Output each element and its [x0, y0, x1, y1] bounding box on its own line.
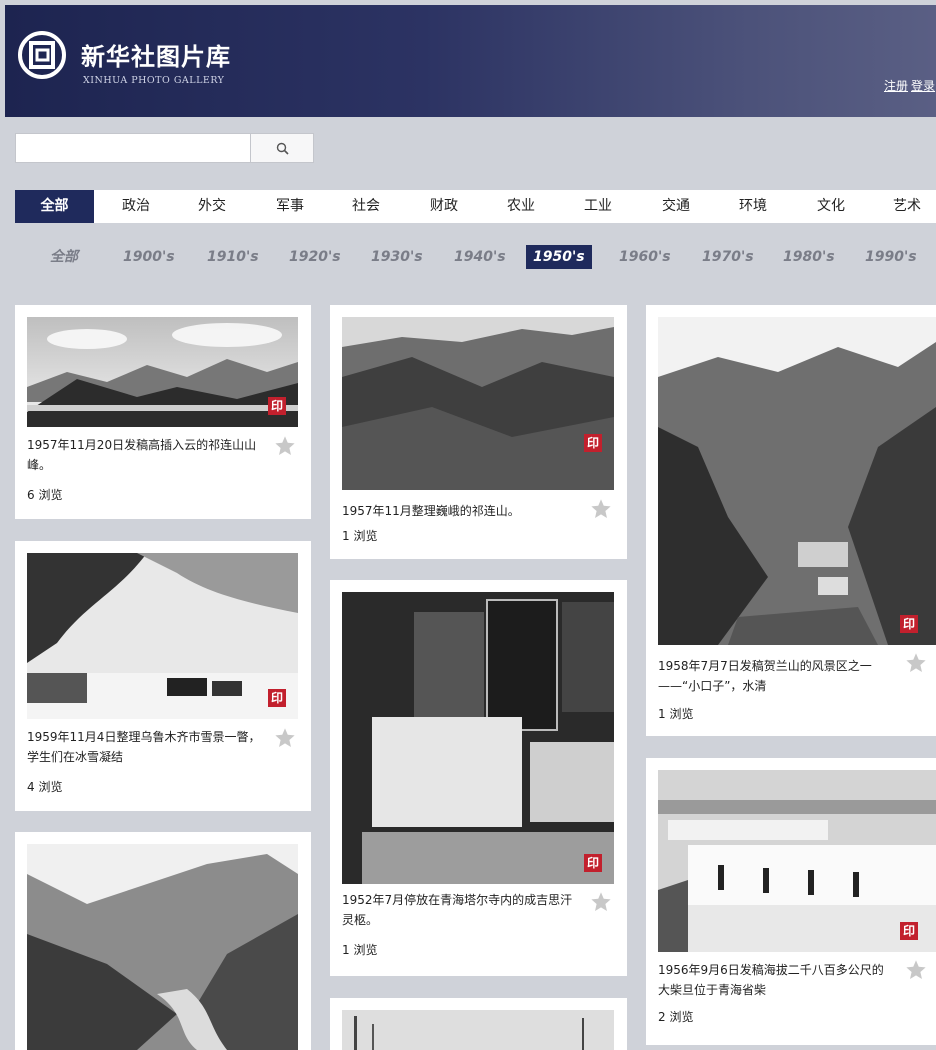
tab-art[interactable]: 艺术 [877, 190, 936, 223]
photo-caption[interactable]: 1958年7月7日发稿贺兰山的风景区之一——“小口子”，水清 [658, 656, 894, 696]
decade-1970s[interactable]: 1970's [702, 244, 754, 270]
tab-society[interactable]: 社会 [336, 190, 396, 223]
tab-transport[interactable]: 交通 [646, 190, 706, 223]
decade-tabs: 全部 1900's 1910's 1920's 1930's 1940's 19… [15, 244, 936, 270]
photo-thumbnail[interactable]: 印 [658, 770, 936, 952]
search-icon [276, 142, 289, 155]
photo-thumbnail[interactable]: 印 [27, 553, 298, 719]
tab-finance[interactable]: 财政 [414, 190, 474, 223]
search-button[interactable] [250, 133, 314, 163]
decade-1990s[interactable]: 1990's [865, 244, 917, 270]
register-link[interactable]: 注册 [884, 79, 908, 93]
photo-caption[interactable]: 1957年11月整理巍峨的祁连山。 [342, 501, 582, 521]
photo-thumbnail[interactable]: 印 [658, 317, 936, 645]
view-count: 1 浏览 [342, 943, 378, 957]
photo-caption[interactable]: 1956年9月6日发稿海拔二千八百多公尺的大柴旦位于青海省柴 [658, 960, 894, 1000]
photo-caption[interactable]: 1957年11月20日发稿高插入云的祁连山山峰。 [27, 435, 267, 475]
xinhua-stamp-icon: 印 [268, 397, 286, 415]
decade-all[interactable]: 全部 [50, 244, 78, 270]
view-count: 1 浏览 [342, 529, 378, 543]
photo-card[interactable] [330, 998, 627, 1050]
photo-thumbnail[interactable]: 印 [342, 592, 614, 884]
tab-environment[interactable]: 环境 [723, 190, 783, 223]
search-input[interactable] [15, 133, 250, 163]
favorite-star-icon[interactable] [905, 959, 927, 981]
login-link[interactable]: 登录 [911, 79, 935, 93]
view-count: 1 浏览 [658, 707, 694, 721]
xinhua-stamp-icon: 印 [584, 434, 602, 452]
decade-1930s[interactable]: 1930's [371, 244, 423, 270]
decade-1980s[interactable]: 1980's [783, 244, 835, 270]
photo-card[interactable]: 印 1957年11月20日发稿高插入云的祁连山山峰。 6 浏览 [15, 305, 311, 519]
photo-caption[interactable]: 1959年11月4日整理乌鲁木齐市雪景一瞥，学生们在冰雪凝结 [27, 727, 267, 767]
xinhua-logo-icon[interactable] [17, 30, 67, 80]
favorite-star-icon[interactable] [590, 891, 612, 913]
photo-caption[interactable]: 1952年7月停放在青海塔尔寺内的成吉思汗灵柩。 [342, 890, 582, 930]
tab-agriculture[interactable]: 农业 [491, 190, 551, 223]
photo-card[interactable]: 印 1959年11月4日整理乌鲁木齐市雪景一瞥，学生们在冰雪凝结 4 浏览 [15, 541, 311, 811]
category-tabs: 全部 政治 外交 军事 社会 财政 农业 工业 交通 环境 文化 艺术 [15, 190, 936, 223]
favorite-star-icon[interactable] [590, 498, 612, 520]
xinhua-stamp-icon: 印 [268, 689, 286, 707]
decade-1960s[interactable]: 1960's [619, 244, 671, 270]
decade-1910s[interactable]: 1910's [207, 244, 259, 270]
auth-links: 注册 登录 [884, 77, 936, 94]
photo-card[interactable]: 印 1958年7月7日发稿贺兰山的风景区之一——“小口子”，水清 1 浏览 [646, 305, 936, 736]
favorite-star-icon[interactable] [274, 727, 296, 749]
xinhua-stamp-icon: 印 [584, 854, 602, 872]
site-title[interactable]: 新华社图片库 [81, 37, 231, 72]
site-header: 新华社图片库 XINHUA PHOTO GALLERY 注册 登录 [5, 5, 936, 117]
photo-thumbnail[interactable]: 印 [27, 317, 298, 427]
favorite-star-icon[interactable] [274, 435, 296, 457]
photo-card[interactable] [15, 832, 311, 1050]
photo-thumbnail[interactable] [342, 1010, 614, 1050]
xinhua-stamp-icon: 印 [900, 615, 918, 633]
tab-industry[interactable]: 工业 [568, 190, 628, 223]
tab-culture[interactable]: 文化 [801, 190, 861, 223]
tab-all[interactable]: 全部 [15, 190, 94, 223]
view-count: 6 浏览 [27, 488, 63, 502]
tab-politics[interactable]: 政治 [106, 190, 166, 223]
tab-military[interactable]: 军事 [260, 190, 320, 223]
photo-card[interactable]: 印 1957年11月整理巍峨的祁连山。 1 浏览 [330, 305, 627, 559]
decade-1940s[interactable]: 1940's [454, 244, 506, 270]
decade-1900s[interactable]: 1900's [123, 244, 175, 270]
xinhua-stamp-icon: 印 [900, 922, 918, 940]
view-count: 2 浏览 [658, 1010, 694, 1024]
site-subtitle: XINHUA PHOTO GALLERY [83, 75, 225, 86]
photo-thumbnail[interactable]: 印 [342, 317, 614, 490]
photo-thumbnail[interactable] [27, 844, 298, 1050]
photo-card[interactable]: 印 1956年9月6日发稿海拔二千八百多公尺的大柴旦位于青海省柴 2 浏览 [646, 758, 936, 1045]
decade-1950s[interactable]: 1950's [526, 245, 592, 269]
photo-card[interactable]: 印 1952年7月停放在青海塔尔寺内的成吉思汗灵柩。 1 浏览 [330, 580, 627, 976]
view-count: 4 浏览 [27, 780, 63, 794]
decade-1920s[interactable]: 1920's [289, 244, 341, 270]
favorite-star-icon[interactable] [905, 652, 927, 674]
tab-diplomacy[interactable]: 外交 [182, 190, 242, 223]
